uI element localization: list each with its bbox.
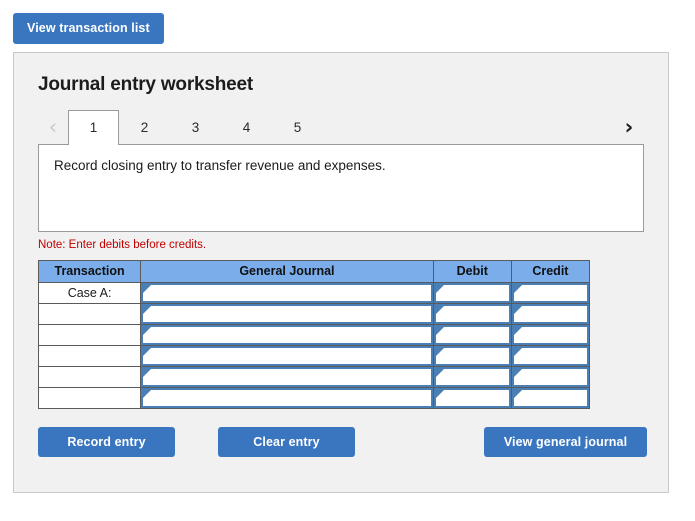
- general-journal-cell[interactable]: [140, 365, 434, 388]
- column-header-credit: Credit: [510, 259, 591, 283]
- debit-input[interactable]: [433, 303, 511, 324]
- general-journal-cell[interactable]: [140, 386, 434, 409]
- general-journal-input[interactable]: [141, 282, 433, 303]
- transaction-label-cell: [37, 344, 142, 367]
- cell-marker-triangle-icon: [435, 284, 444, 293]
- table-row: [37, 365, 591, 388]
- cell-marker-triangle-icon: [435, 326, 444, 335]
- general-journal-input[interactable]: [141, 303, 433, 324]
- top-toolbar: View transaction list: [0, 0, 695, 44]
- journal-entry-worksheet-panel: Journal entry worksheet ‹ 1 2 3 4 5 › Re…: [13, 51, 669, 493]
- cell-marker-triangle-icon: [513, 326, 522, 335]
- tab-3-label: 3: [191, 120, 200, 135]
- table-row: [37, 323, 591, 346]
- worksheet-tabs: ‹ 1 2 3 4 5 ›: [38, 109, 644, 146]
- column-header-debit: Debit: [432, 259, 512, 283]
- tabs-strip: ‹ 1 2 3 4 5: [38, 109, 644, 146]
- debit-cell[interactable]: [432, 281, 512, 304]
- cell-marker-triangle-icon: [435, 368, 444, 377]
- credit-input[interactable]: [511, 324, 589, 345]
- tab-4[interactable]: 4: [221, 110, 272, 145]
- credit-input[interactable]: [511, 366, 589, 387]
- general-journal-cell[interactable]: [140, 281, 434, 304]
- cell-marker-triangle-icon: [143, 284, 152, 293]
- credit-input[interactable]: [511, 387, 589, 408]
- view-general-journal-button[interactable]: View general journal: [484, 426, 647, 457]
- cell-marker-triangle-icon: [513, 284, 522, 293]
- cell-marker-triangle-icon: [435, 347, 444, 356]
- debit-cell[interactable]: [432, 365, 512, 388]
- clear-entry-button[interactable]: Clear entry: [218, 426, 355, 457]
- credit-cell[interactable]: [510, 323, 591, 346]
- transaction-label-cell: [37, 302, 142, 325]
- credit-cell[interactable]: [510, 344, 591, 367]
- general-journal-input[interactable]: [141, 324, 433, 345]
- tab-1-label: 1: [89, 120, 98, 135]
- general-journal-cell[interactable]: [140, 302, 434, 325]
- transaction-label-cell: [37, 323, 142, 346]
- general-journal-cell[interactable]: [140, 323, 434, 346]
- general-journal-input[interactable]: [141, 387, 433, 408]
- record-entry-button[interactable]: Record entry: [38, 426, 175, 457]
- page-title: Journal entry worksheet: [38, 73, 254, 95]
- debit-input[interactable]: [433, 345, 511, 366]
- general-journal-input[interactable]: [141, 345, 433, 366]
- worksheet-actions: Record entry Clear entry View general jo…: [38, 426, 647, 457]
- debit-cell[interactable]: [432, 302, 512, 325]
- cell-marker-triangle-icon: [513, 368, 522, 377]
- debit-input[interactable]: [433, 282, 511, 303]
- credit-cell[interactable]: [510, 386, 591, 409]
- general-journal-cell[interactable]: [140, 344, 434, 367]
- debit-cell[interactable]: [432, 344, 512, 367]
- tab-2-label: 2: [140, 120, 149, 135]
- tab-4-label: 4: [242, 120, 251, 135]
- debit-input[interactable]: [433, 324, 511, 345]
- credit-cell[interactable]: [510, 281, 591, 304]
- tab-3[interactable]: 3: [170, 110, 221, 145]
- cell-marker-triangle-icon: [143, 326, 152, 335]
- table-row: [37, 302, 591, 325]
- general-journal-input[interactable]: [141, 366, 433, 387]
- credit-cell[interactable]: [510, 302, 591, 325]
- view-transaction-list-button[interactable]: View transaction list: [13, 13, 164, 44]
- table-header-row: Transaction General Journal Debit Credit: [37, 259, 591, 283]
- cell-marker-triangle-icon: [143, 368, 152, 377]
- chevron-right-icon[interactable]: ›: [614, 110, 644, 145]
- credit-input[interactable]: [511, 345, 589, 366]
- transaction-label-cell: [37, 386, 142, 409]
- debit-input[interactable]: [433, 366, 511, 387]
- debit-cell[interactable]: [432, 323, 512, 346]
- transaction-label-cell: [37, 365, 142, 388]
- cell-marker-triangle-icon: [143, 389, 152, 398]
- chevron-left-icon[interactable]: ‹: [38, 110, 68, 145]
- cell-marker-triangle-icon: [143, 305, 152, 314]
- table-row: Case A:: [37, 281, 591, 304]
- journal-entry-table: Transaction General Journal Debit Credit…: [37, 259, 591, 409]
- credit-input[interactable]: [511, 303, 589, 324]
- credit-cell[interactable]: [510, 365, 591, 388]
- cell-marker-triangle-icon: [435, 305, 444, 314]
- column-header-general-journal: General Journal: [140, 259, 434, 283]
- transaction-description-text: Record closing entry to transfer revenue…: [54, 157, 386, 173]
- debits-before-credits-note: Note: Enter debits before credits.: [38, 238, 207, 251]
- transaction-label-cell: Case A:: [37, 281, 142, 304]
- tab-1[interactable]: 1: [68, 109, 119, 146]
- column-header-transaction: Transaction: [37, 259, 142, 283]
- tab-2[interactable]: 2: [119, 110, 170, 145]
- credit-input[interactable]: [511, 282, 589, 303]
- cell-marker-triangle-icon: [513, 347, 522, 356]
- debit-input[interactable]: [433, 387, 511, 408]
- cell-marker-triangle-icon: [513, 305, 522, 314]
- debit-cell[interactable]: [432, 386, 512, 409]
- cell-marker-triangle-icon: [143, 347, 152, 356]
- tab-5-label: 5: [293, 120, 302, 135]
- cell-marker-triangle-icon: [513, 389, 522, 398]
- transaction-description-box: Record closing entry to transfer revenue…: [38, 143, 644, 232]
- table-row: [37, 344, 591, 367]
- table-row: [37, 386, 591, 409]
- tab-5[interactable]: 5: [272, 110, 323, 145]
- cell-marker-triangle-icon: [435, 389, 444, 398]
